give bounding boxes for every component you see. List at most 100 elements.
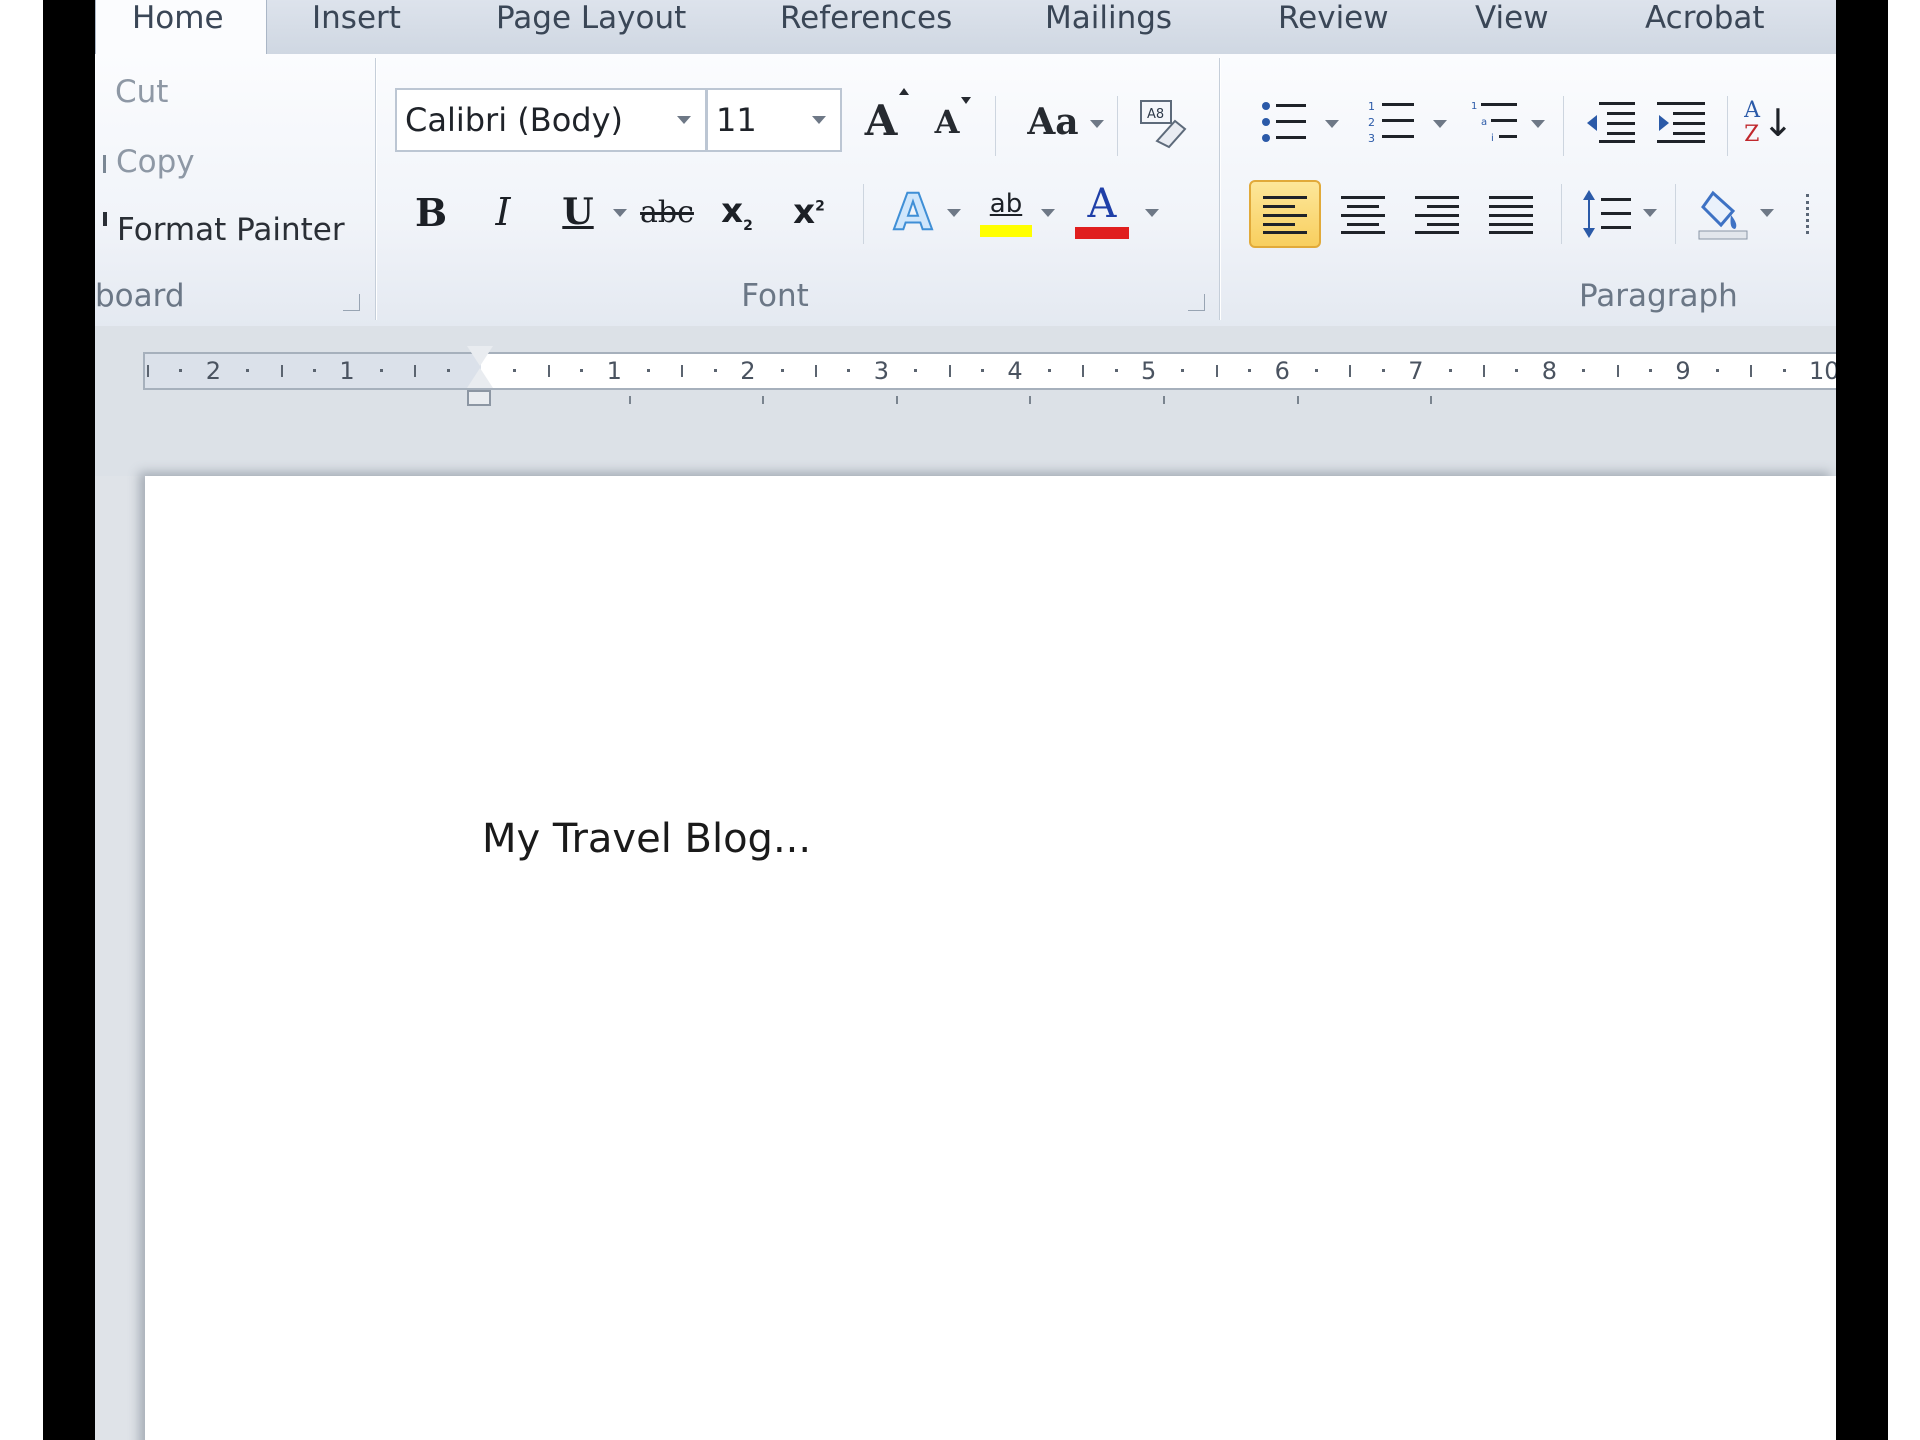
ruler-tick (547, 365, 550, 377)
ruler-dot (1515, 369, 1519, 372)
text-effects-button[interactable]: A (883, 180, 943, 244)
chevron-down-icon[interactable] (1145, 209, 1159, 217)
decrease-indent-button[interactable] (1581, 94, 1641, 150)
chevron-down-icon[interactable] (1531, 120, 1545, 128)
strikethrough-button[interactable]: abc (635, 184, 699, 240)
chevron-down-icon[interactable] (1760, 209, 1774, 217)
ruler-dot (313, 369, 316, 372)
ruler-dot (1315, 369, 1318, 372)
copy-button[interactable]: Copy (95, 144, 195, 180)
ruler-dot (1381, 369, 1385, 372)
justify-button[interactable] (1479, 180, 1543, 248)
hanging-indent-marker-icon (467, 368, 493, 388)
ruler-dot (379, 369, 383, 372)
change-case-button[interactable]: Aa (1013, 94, 1093, 150)
chevron-down-icon[interactable] (1041, 209, 1055, 217)
ruler-number: 2 (205, 357, 222, 385)
tab-references[interactable]: References (780, 0, 952, 44)
borders-icon (1805, 194, 1815, 234)
borders-button[interactable] (1795, 184, 1825, 244)
underline-icon: U (562, 191, 594, 233)
tab-mailings[interactable]: Mailings (1045, 0, 1172, 44)
format-painter-label: Format Painter (117, 212, 345, 248)
tab-home[interactable]: Home (95, 0, 267, 54)
superscript-button[interactable]: x2 (779, 184, 839, 240)
ruler-dot (847, 369, 851, 372)
ruler-dot (914, 369, 918, 372)
ruler-dot (446, 369, 450, 372)
indent-marker[interactable] (465, 346, 495, 406)
tab-insert[interactable]: Insert (312, 0, 401, 44)
text-effects-icon: A (893, 182, 934, 242)
clipboard-dialog-launcher-icon[interactable] (343, 294, 360, 311)
tab-view[interactable]: View (1475, 0, 1549, 44)
separator (1727, 96, 1728, 156)
ruler-dot (780, 369, 784, 372)
document-text[interactable]: My Travel Blog... (482, 816, 811, 862)
default-tab-stop-mark (1430, 396, 1433, 404)
bold-button[interactable]: B (403, 184, 459, 240)
ruler-tick (280, 365, 283, 377)
font-name-combo[interactable]: Calibri (Body) (395, 88, 707, 152)
font-dialog-launcher-icon[interactable] (1188, 294, 1205, 311)
horizontal-ruler[interactable]: 2 1 1 2 3 4 5 6 7 8 9 10 (143, 352, 1836, 390)
ruler-number: 10 (1809, 357, 1836, 385)
ruler-dot (1114, 369, 1118, 372)
chevron-down-icon[interactable] (1090, 120, 1104, 128)
tab-label: View (1475, 0, 1549, 36)
justify-icon (1489, 196, 1533, 234)
underline-button[interactable]: U (550, 184, 606, 240)
shrink-font-button[interactable]: A (921, 96, 973, 148)
document-page[interactable]: My Travel Blog... (145, 476, 1836, 1440)
format-painter-button[interactable]: Format Painter (95, 212, 345, 248)
tab-page-layout[interactable]: Page Layout (496, 0, 686, 44)
ruler-number: 2 (740, 357, 756, 385)
grow-font-icon: A (865, 87, 910, 145)
line-spacing-button[interactable] (1577, 180, 1641, 248)
font-color-button[interactable]: A (1071, 176, 1133, 246)
ruler-dot (1448, 369, 1452, 372)
tab-label: Home (132, 0, 224, 36)
change-case-icon: Aa (1027, 101, 1079, 143)
ruler-number: 4 (1007, 357, 1023, 385)
bullets-icon (1262, 102, 1306, 142)
cut-button[interactable]: Cut (115, 74, 168, 110)
multilevel-list-button[interactable]: 1 a i (1465, 94, 1529, 150)
sort-button[interactable]: A Z ↓ (1739, 90, 1799, 156)
align-left-button[interactable] (1249, 180, 1321, 248)
align-center-icon (1341, 196, 1385, 234)
numbering-button[interactable]: 1 2 3 (1363, 94, 1421, 150)
chevron-down-icon[interactable] (1433, 120, 1447, 128)
separator (1561, 184, 1562, 244)
tab-label: References (780, 0, 953, 36)
tab-label: Acrobat (1645, 0, 1765, 36)
default-tab-stop-mark (1163, 396, 1165, 404)
tab-review[interactable]: Review (1278, 0, 1389, 44)
chevron-down-icon[interactable] (1325, 120, 1339, 128)
bullets-button[interactable] (1255, 94, 1313, 150)
shrink-font-glyph: A (934, 103, 960, 141)
chevron-down-icon[interactable] (947, 209, 961, 217)
increase-indent-button[interactable] (1651, 94, 1711, 150)
svg-text:A8: A8 (1147, 107, 1164, 122)
grow-font-button[interactable]: A (853, 87, 910, 148)
chevron-down-icon[interactable] (1643, 209, 1657, 217)
highlight-button[interactable]: ab (975, 180, 1037, 246)
frame-border-left (43, 0, 95, 1440)
shading-button[interactable] (1691, 178, 1755, 248)
chevron-down-icon[interactable] (613, 209, 627, 217)
ruler-tick (1215, 365, 1218, 377)
ruler-dot (1782, 369, 1786, 372)
align-center-button[interactable] (1331, 180, 1395, 248)
italic-button[interactable]: I (475, 184, 531, 240)
ruler-dot (713, 369, 717, 372)
subscript-button[interactable]: x2 (707, 184, 767, 240)
font-size-combo[interactable]: 11 (706, 88, 842, 152)
ruler-number: 3 (873, 357, 890, 385)
tab-acrobat[interactable]: Acrobat (1645, 0, 1765, 44)
ruler-tick (1750, 365, 1753, 377)
clear-formatting-button[interactable]: A8 (1130, 94, 1194, 154)
ruler-dot (513, 369, 517, 372)
increase-indent-icon (1657, 102, 1705, 143)
align-right-button[interactable] (1405, 180, 1469, 248)
